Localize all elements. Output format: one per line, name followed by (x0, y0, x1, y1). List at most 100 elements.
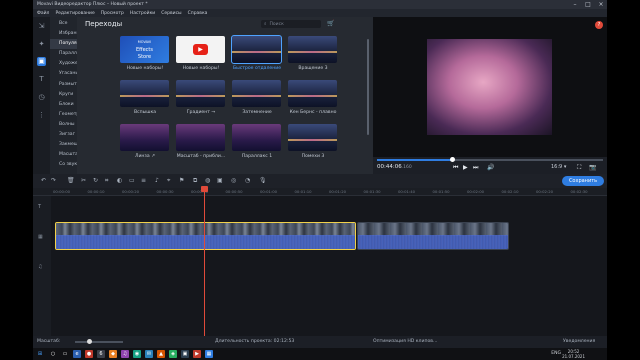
crop-icon[interactable]: ⌗ (105, 177, 108, 185)
title-track-icon[interactable]: T (38, 204, 41, 210)
audio-track-icon[interactable]: ♫ (38, 264, 42, 270)
volume-icon[interactable]: 🔊 (487, 164, 494, 171)
transition-tile[interactable] (232, 80, 281, 107)
ruler-tick: 00:00:10 (87, 189, 105, 194)
menu-settings[interactable]: Настройки (130, 11, 155, 16)
mic-icon[interactable]: 🎙 (259, 177, 267, 184)
app-icon-10[interactable]: ▣ (181, 350, 189, 358)
keyboard-language[interactable]: ENG (551, 351, 561, 356)
video-clip[interactable] (357, 222, 509, 250)
app-icon-3[interactable]: 6 (97, 350, 105, 358)
taskview-icon[interactable]: ▭ (61, 350, 69, 358)
ruler-tick: 00:01:10 (294, 189, 312, 194)
maximize-icon[interactable]: □ (582, 0, 594, 9)
cart-icon[interactable]: 🛒 (327, 20, 334, 27)
titles-icon[interactable]: T (37, 75, 46, 84)
transitions-icon[interactable]: ▣ (37, 57, 46, 66)
next-icon[interactable]: ⏭ (473, 164, 478, 172)
tools-rail: ⇲ ✦ ▣ T ◷ ⋮ (33, 17, 50, 174)
video-track-icon[interactable]: ▦ (38, 234, 43, 240)
menu-edit[interactable]: Редактирование (55, 11, 94, 16)
transitions-panel: Переходы ⌕ Поиск 🛒 MOVAVI Effects Store Нов… (77, 17, 373, 174)
ruler-tick: 00:02:20 (536, 189, 554, 194)
transition-tile[interactable] (231, 35, 282, 64)
help-icon[interactable]: ? (595, 21, 603, 29)
transition-label: Градиент → (186, 110, 216, 115)
transition-tile[interactable]: MOVAVI Effects Store (120, 36, 169, 63)
redo-icon[interactable]: ↷ (51, 177, 56, 184)
app-icon-1[interactable]: e (73, 350, 81, 358)
menu-services[interactable]: Сервисы (161, 11, 181, 16)
menu-file[interactable]: Файл (37, 11, 49, 16)
progress-knob[interactable] (449, 157, 455, 162)
transition-tile[interactable] (176, 124, 225, 151)
timeline-ruler[interactable]: 00:00:00 00:00:10 00:00:20 00:00:30 00:00:40… (33, 188, 607, 196)
timeline-toolbar: ↶ ↷ 🗑 ✂ ↻ ⌗ ◐ ▭ ≡ ♪ ⌖ ⚑ ⧉ ◍ ▣ ◎ ◔ 🎙 Сохр… (33, 174, 607, 188)
panel-scrollbar[interactable] (367, 39, 369, 135)
transition-tile[interactable] (232, 124, 281, 151)
import-icon[interactable]: ⇲ (37, 22, 46, 31)
color-icon[interactable]: ◐ (117, 177, 122, 184)
filters-icon[interactable]: ✦ (37, 40, 46, 49)
search-placeholder: Поиск (269, 21, 284, 27)
undo-icon[interactable]: ↶ (41, 177, 46, 184)
marker-icon[interactable]: ⚑ (179, 177, 184, 184)
transition-tile[interactable] (120, 124, 169, 151)
split-icon[interactable]: ◎ (231, 177, 236, 184)
frame-icon[interactable]: ▭ (129, 177, 135, 184)
menu-bar: Файл Редактирование Просмотр Настройки С… (33, 9, 607, 17)
aspect-ratio-select[interactable]: 16:9 ▾ (551, 164, 566, 170)
notifications-link[interactable]: Уведомления (563, 339, 595, 344)
app-icon-11[interactable]: ▶ (193, 350, 201, 358)
transition-label: Быстрое отдаление (232, 66, 282, 71)
cut-icon[interactable]: ✂ (81, 177, 86, 184)
chroma-icon[interactable]: ◍ (205, 177, 210, 184)
windows-start-icon[interactable]: ⊞ (36, 350, 44, 358)
app-icon-7[interactable]: ✉ (145, 350, 153, 358)
transition-tile[interactable] (120, 80, 169, 107)
export-button[interactable]: Сохранить (562, 176, 604, 186)
app-icon-2[interactable]: ● (85, 350, 93, 358)
preview-progress[interactable] (377, 157, 603, 162)
app-icon-6[interactable]: ◉ (133, 350, 141, 358)
more-tools-icon[interactable]: ⋮ (37, 111, 46, 120)
menu-view[interactable]: Просмотр (101, 11, 124, 16)
snapshot-icon[interactable]: 📷 (589, 164, 596, 171)
transition-tile[interactable] (176, 80, 225, 107)
transition-tile[interactable] (288, 36, 337, 63)
pip-icon[interactable]: ▣ (217, 177, 223, 184)
stabilize-icon[interactable]: ⌖ (167, 177, 170, 185)
search-input[interactable]: ⌕ Поиск (261, 20, 321, 28)
app-icon-8[interactable]: ▲ (157, 350, 165, 358)
system-clock[interactable]: 20:52 21.07.2021 (562, 349, 585, 359)
playhead[interactable] (204, 186, 205, 336)
search-taskbar-icon[interactable]: ○ (49, 350, 57, 358)
progress-fill (377, 159, 452, 161)
app-icon-4[interactable]: ◆ (109, 350, 117, 358)
properties-icon[interactable]: ≡ (141, 177, 146, 184)
play-icon[interactable]: ▶ (463, 164, 468, 171)
transition-tile[interactable] (288, 124, 337, 151)
stickers-icon[interactable]: ◷ (37, 93, 46, 102)
ruler-tick: 00:00:00 (53, 189, 71, 194)
movavi-taskbar-icon[interactable]: ▦ (205, 350, 213, 358)
transition-tile[interactable]: ▶ (176, 36, 225, 63)
delete-icon[interactable]: 🗑 (67, 177, 75, 184)
prev-icon[interactable]: ⏮ (453, 164, 458, 172)
fullscreen-icon[interactable]: ⛶ (577, 164, 581, 172)
video-clip-selected[interactable] (55, 222, 356, 250)
minimize-icon[interactable]: – (569, 0, 581, 9)
rotate-icon[interactable]: ↻ (93, 177, 98, 184)
close-icon[interactable]: × (595, 0, 607, 9)
app-icon-9[interactable]: ◈ (169, 350, 177, 358)
zoom-knob[interactable] (87, 339, 92, 344)
window-title: Movavi Видеоредактор Плюс – Новый проект… (37, 2, 148, 7)
zoom-slider[interactable] (75, 339, 123, 344)
ruler-tick: 00:01:50 (432, 189, 450, 194)
transition-tile[interactable] (288, 80, 337, 107)
transition-wizard-icon[interactable]: ⧉ (193, 177, 197, 185)
menu-help[interactable]: Справка (188, 11, 208, 16)
app-icon-5[interactable]: ♫ (121, 350, 129, 358)
audio-icon[interactable]: ♪ (155, 177, 159, 184)
speed-icon[interactable]: ◔ (245, 177, 250, 184)
